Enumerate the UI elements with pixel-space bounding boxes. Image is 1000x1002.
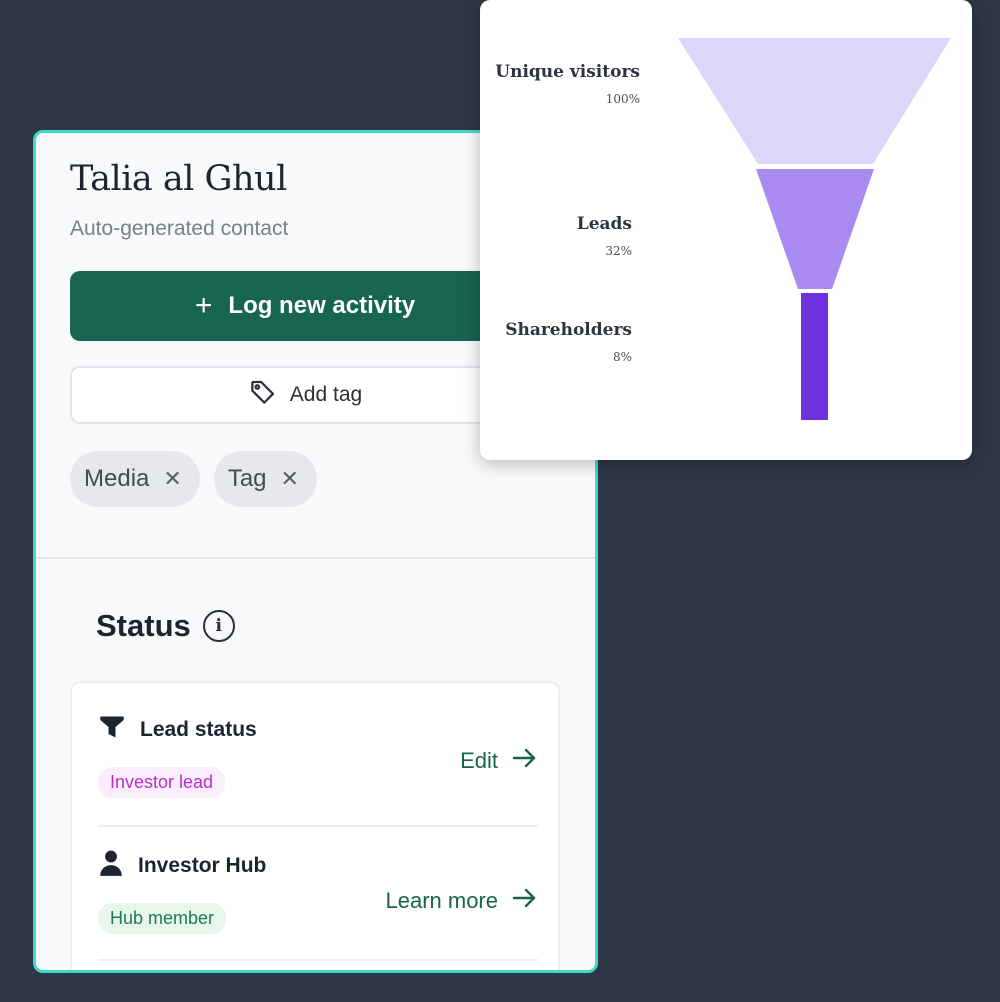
contact-name: Talia al Ghul (70, 159, 287, 199)
log-new-activity-label: Log new activity (228, 292, 416, 319)
remove-tag-icon[interactable]: ✕ (163, 466, 181, 492)
person-icon (98, 849, 124, 883)
status-header: Status i (96, 608, 235, 644)
funnel-stage-name: Leads (576, 214, 632, 234)
lead-status-title: Lead status (140, 718, 257, 741)
funnel-stage-percent: 100% (605, 92, 640, 106)
section-divider (36, 557, 595, 559)
tag-chip: Media ✕ (70, 451, 200, 507)
funnel-stage-unique-visitors (678, 38, 951, 164)
tag-chip-label: Tag (227, 465, 267, 492)
funnel-label-leads: Leads 32% (577, 214, 632, 258)
funnel-stage-percent: 8% (612, 350, 632, 364)
tag-list: Media ✕ Tag ✕ (70, 451, 317, 507)
remove-tag-icon[interactable]: ✕ (281, 466, 299, 492)
investor-hub-row: Investor Hub Hub member Learn more (98, 849, 538, 934)
status-title: Status (96, 608, 191, 643)
edit-link-label: Edit (460, 748, 498, 773)
log-new-activity-button[interactable]: + Log new activity (70, 271, 540, 341)
funnel-stage-shareholders (801, 293, 828, 420)
status-panel: Lead status Investor lead Edit Investor … (70, 681, 560, 970)
funnel-stage-leads (756, 169, 874, 289)
plus-icon: + (194, 289, 213, 322)
investor-hub-title: Investor Hub (138, 854, 267, 877)
learn-more-link[interactable]: Learn more (385, 887, 538, 915)
edit-link[interactable]: Edit (460, 747, 538, 775)
arrow-right-icon (512, 887, 538, 915)
arrow-right-icon (512, 747, 538, 775)
add-tag-label: Add tag (289, 383, 363, 406)
learn-more-label: Learn more (385, 888, 498, 913)
tag-chip: Tag ✕ (213, 451, 317, 507)
info-icon[interactable]: i (202, 610, 235, 642)
hub-member-badge: Hub member (98, 903, 227, 934)
funnel-label-unique-visitors: Unique visitors 100% (495, 62, 640, 106)
funnel-stage-percent: 32% (605, 244, 632, 258)
lead-status-heading: Lead status (98, 713, 538, 747)
tag-icon (248, 377, 278, 413)
funnel-icon (98, 713, 126, 747)
funnel-panel: Unique visitors 100% Leads 32% Sharehold… (480, 0, 972, 460)
funnel-stage-name: Shareholders (505, 320, 632, 340)
row-divider (98, 959, 538, 961)
tag-chip-label: Media (84, 465, 150, 492)
contact-subtitle: Auto-generated contact (70, 217, 289, 240)
investor-hub-heading: Investor Hub (98, 849, 538, 883)
investor-lead-badge: Investor lead (98, 767, 226, 798)
lead-status-row: Lead status Investor lead Edit (98, 713, 538, 798)
funnel-stage-name: Unique visitors (495, 62, 640, 82)
row-divider (98, 825, 538, 827)
funnel-label-shareholders: Shareholders 8% (505, 320, 632, 364)
add-tag-button[interactable]: Add tag (70, 366, 540, 424)
